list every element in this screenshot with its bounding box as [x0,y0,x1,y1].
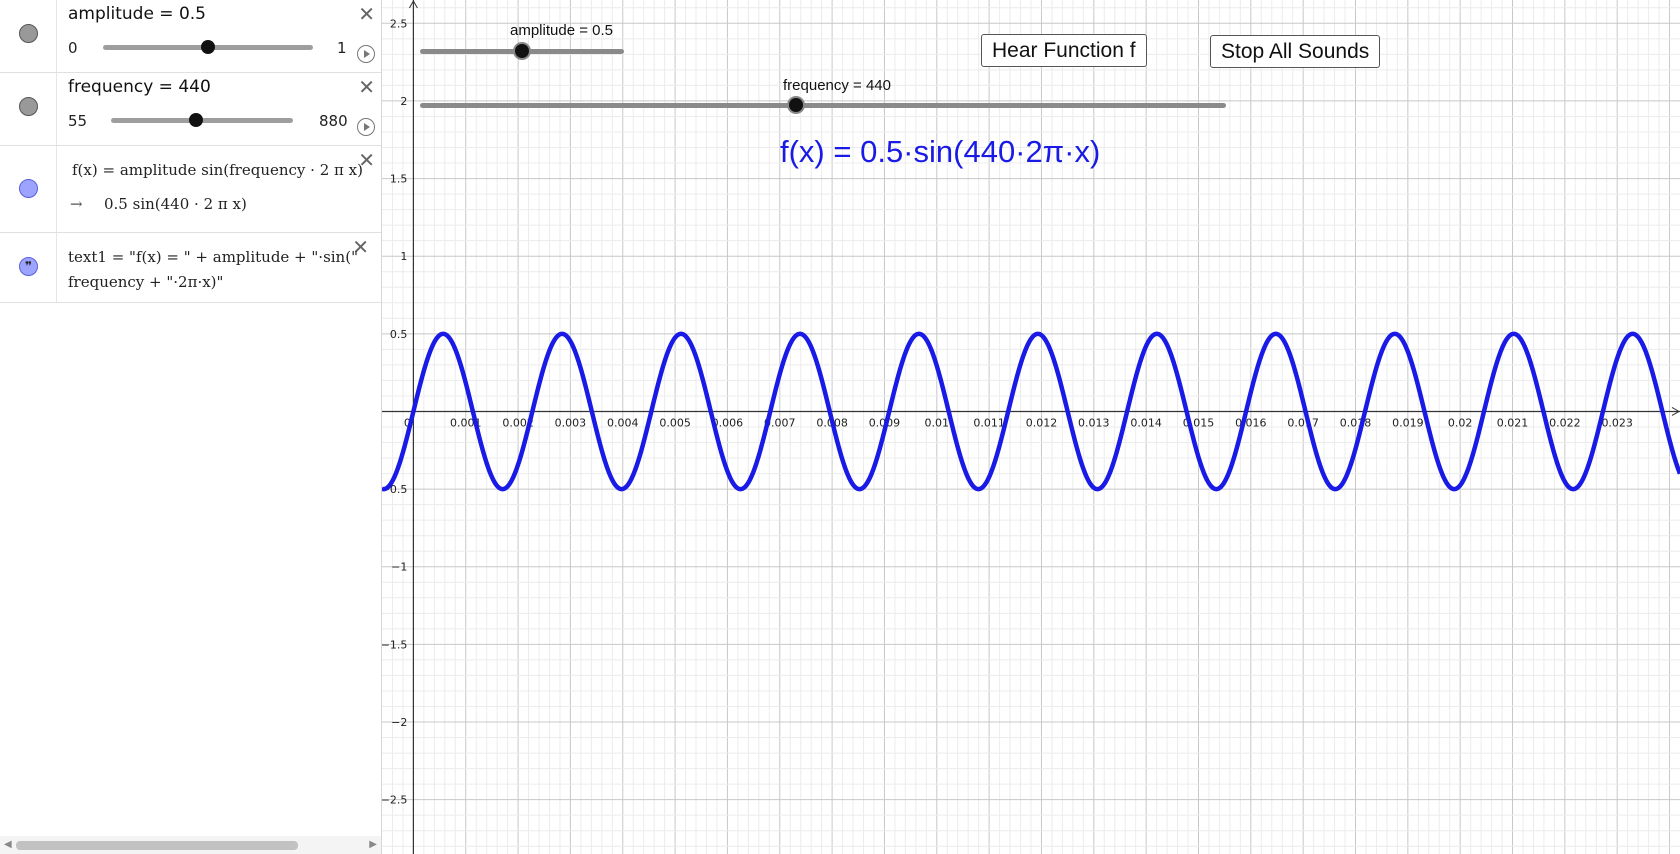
y-tick-label: −2.5 [382,794,407,807]
close-icon[interactable]: ✕ [358,77,375,97]
x-tick-label: 0.005 [659,416,691,429]
x-tick-label: 0.023 [1601,416,1633,429]
x-tick-label: 0.004 [607,416,639,429]
algebra-row-frequency[interactable]: frequency = 440 ✕ 55 880 [0,73,381,146]
frequency-slider-thumb[interactable] [188,113,203,127]
y-tick-label: 2 [400,95,407,108]
x-tick-label: 0.01 [925,416,950,429]
y-tick-label: 1.5 [390,173,408,186]
y-tick-label: −1 [391,561,407,574]
x-tick-label: 0.014 [1130,416,1162,429]
amplitude-slider-thumb[interactable] [201,40,215,54]
arrow-icon: → [70,195,83,213]
graph-amplitude-slider-thumb[interactable] [515,44,529,58]
y-tick-label: −1.5 [382,638,407,651]
graph-amplitude-label: amplitude = 0.5 [510,22,613,39]
amplitude-label: amplitude = 0.5 [68,4,206,24]
x-tick-label: 0.011 [973,416,1005,429]
y-tick-label: 2.5 [390,17,408,30]
frequency-label: frequency = 440 [68,77,211,97]
visibility-toggle-function[interactable] [19,179,38,198]
close-icon[interactable]: ✕ [358,4,375,24]
graph-frequency-track[interactable] [420,103,1226,108]
scroll-left-icon[interactable]: ◀ [4,839,12,850]
x-tick-label: 0.019 [1392,416,1424,429]
x-tick-label: 0.003 [555,416,587,429]
amplitude-min: 0 [68,39,78,57]
y-tick-label: 0.5 [390,328,408,341]
x-tick-label: 0.013 [1078,416,1110,429]
algebra-row-function[interactable]: ✕ f(x) = amplitude sin(frequency · 2 π x… [0,146,381,233]
scrollbar-thumb[interactable] [16,841,298,850]
x-tick-label: 0.02 [1448,416,1473,429]
algebra-view: amplitude = 0.5 ✕ 0 1 frequency = 440 ✕ … [0,0,382,854]
quote-icon[interactable]: ❞ [19,257,38,276]
algebra-row-text[interactable]: ❞ ✕ text1 = "f(x) = " + amplitude + "·si… [0,233,381,303]
frequency-max: 880 [319,112,348,130]
x-tick-label: 0.022 [1549,416,1581,429]
function-definition: f(x) = amplitude sin(frequency · 2 π x) [72,161,363,179]
x-tick-label: 0.018 [1340,416,1372,429]
x-tick-label: 0.012 [1026,416,1058,429]
graphics-view[interactable]: 0 0.001 0.002 0.003 0.004 0.005 0.006 0.007 0.00… [382,0,1680,854]
y-tick-label: 1 [400,250,407,263]
play-icon[interactable] [357,118,375,136]
text-definition-line1: text1 = "f(x) = " + amplitude + "·sin(" [68,248,358,266]
x-tick-label: 0.016 [1235,416,1267,429]
y-tick-label: −2 [391,716,407,729]
graph-frequency-label: frequency = 440 [783,77,891,94]
visibility-toggle-amplitude[interactable] [19,24,38,43]
function-plot[interactable]: 0 0.001 0.002 0.003 0.004 0.005 0.006 0.007 0.00… [382,0,1680,854]
visibility-toggle-frequency[interactable] [19,97,38,116]
function-result: 0.5 sin(440 · 2 π x) [104,195,247,213]
hear-function-button[interactable]: Hear Function f [981,34,1147,67]
stop-all-sounds-button[interactable]: Stop All Sounds [1210,35,1381,68]
scroll-right-icon[interactable]: ▶ [369,839,377,850]
x-tick-label: 0.017 [1287,416,1319,429]
text-definition-line2: frequency + "·2π·x)" [68,273,224,291]
horizontal-scrollbar[interactable]: ◀ ▶ [0,836,381,854]
x-tick-label: 0.021 [1497,416,1529,429]
frequency-min: 55 [68,112,88,130]
play-icon[interactable] [357,45,375,63]
amplitude-max: 1 [337,39,347,57]
algebra-row-amplitude[interactable]: amplitude = 0.5 ✕ 0 1 [0,0,381,73]
formula-text: f(x) = 0.5·sin(440·2π·x) [780,134,1101,169]
